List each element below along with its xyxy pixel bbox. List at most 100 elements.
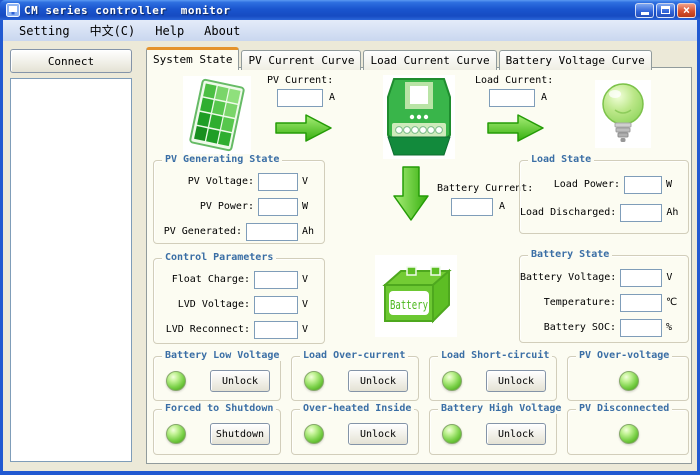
tab-system-state[interactable]: System State	[146, 47, 239, 70]
pv-voltage-input[interactable]	[258, 173, 298, 191]
battery-current-unit: A	[499, 201, 505, 212]
menu-bar: Setting 中文(C) Help About	[3, 20, 697, 41]
close-button[interactable]: ×	[677, 3, 696, 18]
group-title: Load State	[528, 154, 594, 165]
status-battery-low-voltage: Battery Low Voltage Unlock	[153, 356, 281, 401]
status-title: Load Short-circuit	[438, 350, 552, 361]
pv-voltage-unit: V	[302, 176, 318, 187]
unlock-button[interactable]: Unlock	[486, 423, 546, 445]
battery-low-voltage-led	[166, 371, 186, 391]
unlock-button[interactable]: Unlock	[348, 423, 408, 445]
minimize-icon	[641, 12, 649, 15]
status-title: Battery Low Voltage	[162, 350, 282, 361]
lvd-reconnect-unit: V	[302, 324, 318, 335]
status-title: Load Over-current	[300, 350, 408, 361]
minimize-button[interactable]	[635, 3, 654, 18]
unlock-button[interactable]: Unlock	[348, 370, 408, 392]
arrow-right-icon	[275, 114, 333, 142]
pv-generated-input[interactable]	[246, 223, 298, 241]
app-icon	[6, 3, 20, 17]
unlock-button[interactable]: Unlock	[486, 370, 546, 392]
temperature-input[interactable]	[620, 294, 662, 312]
battery-icon-text: Battery	[390, 298, 428, 312]
lvd-reconnect-input[interactable]	[254, 321, 298, 339]
battery-state-group: Battery State Battery Voltage:V Temperat…	[519, 255, 689, 343]
float-charge-label: Float Charge:	[172, 274, 250, 285]
status-load-short-circuit: Load Short-circuit Unlock	[429, 356, 557, 401]
connect-button[interactable]: Connect	[10, 49, 132, 73]
menu-about[interactable]: About	[194, 22, 250, 40]
battery-voltage-label: Battery Voltage:	[520, 272, 616, 283]
battery-soc-input[interactable]	[620, 319, 662, 337]
close-icon: ×	[683, 4, 690, 16]
status-title: PV Disconnected	[576, 403, 672, 414]
window-title: CM series controller monitor	[24, 4, 231, 17]
load-discharged-label: Load Discharged:	[520, 207, 616, 218]
group-title: Battery State	[528, 249, 612, 260]
load-discharged-input[interactable]	[620, 204, 662, 222]
battery-voltage-unit: V	[666, 272, 682, 283]
status-battery-high-voltage: Battery High Voltage Unlock	[429, 409, 557, 455]
load-power-label: Load Power:	[554, 179, 620, 190]
battery-soc-unit: %	[666, 322, 682, 333]
pv-current-input[interactable]	[277, 89, 323, 107]
menu-language[interactable]: 中文(C)	[80, 20, 146, 41]
load-power-input[interactable]	[624, 176, 662, 194]
battery-soc-label: Battery SOC:	[544, 322, 616, 333]
shutdown-button[interactable]: Shutdown	[210, 423, 270, 445]
load-current-input[interactable]	[489, 89, 535, 107]
tab-battery-voltage-curve[interactable]: Battery Voltage Curve	[499, 50, 652, 70]
load-discharged-unit: Ah	[666, 207, 682, 218]
tab-load-current-curve[interactable]: Load Current Curve	[363, 50, 496, 70]
pv-power-input[interactable]	[258, 198, 298, 216]
maximize-icon	[661, 6, 670, 14]
unlock-button[interactable]: Unlock	[210, 370, 270, 392]
temperature-unit: ℃	[666, 297, 682, 308]
tab-strip: System State PV Current Curve Load Curre…	[146, 47, 654, 70]
tab-pv-current-curve[interactable]: PV Current Curve	[241, 50, 361, 70]
status-title: Over-heated Inside	[300, 403, 414, 414]
lvd-voltage-label: LVD Voltage:	[178, 299, 250, 310]
status-pv-over-voltage: PV Over-voltage	[567, 356, 689, 401]
bulb-icon	[595, 80, 651, 148]
app-window: CM series controller monitor × Setting 中…	[0, 0, 700, 475]
control-parameters-group: Control Parameters Float Charge:V LVD Vo…	[153, 258, 325, 344]
pv-current-unit: A	[329, 92, 335, 103]
temperature-label: Temperature:	[544, 297, 616, 308]
load-current-label: Load Current:	[475, 75, 553, 86]
load-current-unit: A	[541, 92, 547, 103]
solar-panel-icon	[183, 76, 251, 154]
group-title: PV Generating State	[162, 154, 282, 165]
load-state-group: Load State Load Power:W Load Discharged:…	[519, 160, 689, 234]
pv-power-unit: W	[302, 201, 318, 212]
status-title: Battery High Voltage	[438, 403, 564, 414]
group-title: Control Parameters	[162, 252, 276, 263]
pv-current-label: PV Current:	[267, 75, 333, 86]
client-area: Setting 中文(C) Help About Connect System …	[3, 20, 697, 471]
pv-generating-state-group: PV Generating State PV Voltage:V PV Powe…	[153, 160, 325, 244]
status-title: Forced to Shutdown	[162, 403, 276, 414]
status-load-over-current: Load Over-current Unlock	[291, 356, 419, 401]
lvd-voltage-unit: V	[302, 299, 318, 310]
float-charge-unit: V	[302, 274, 318, 285]
pv-voltage-label: PV Voltage:	[188, 176, 254, 187]
arrow-right-icon	[487, 114, 545, 142]
status-title: PV Over-voltage	[576, 350, 672, 361]
device-list[interactable]	[10, 78, 132, 462]
lvd-voltage-input[interactable]	[254, 296, 298, 314]
menu-help[interactable]: Help	[145, 22, 194, 40]
forced-to-shutdown-led	[166, 424, 186, 444]
maximize-button[interactable]	[656, 3, 675, 18]
battery-high-voltage-led	[442, 424, 462, 444]
status-over-heated-inside: Over-heated Inside Unlock	[291, 409, 419, 455]
pv-power-label: PV Power:	[200, 201, 254, 212]
float-charge-input[interactable]	[254, 271, 298, 289]
battery-current-input[interactable]	[451, 198, 493, 216]
load-power-unit: W	[666, 179, 682, 190]
load-over-current-led	[304, 371, 324, 391]
menu-setting[interactable]: Setting	[9, 22, 80, 40]
pv-generated-unit: Ah	[302, 226, 318, 237]
battery-voltage-input[interactable]	[620, 269, 662, 287]
status-pv-disconnected: PV Disconnected	[567, 409, 689, 455]
controller-icon	[383, 75, 455, 159]
